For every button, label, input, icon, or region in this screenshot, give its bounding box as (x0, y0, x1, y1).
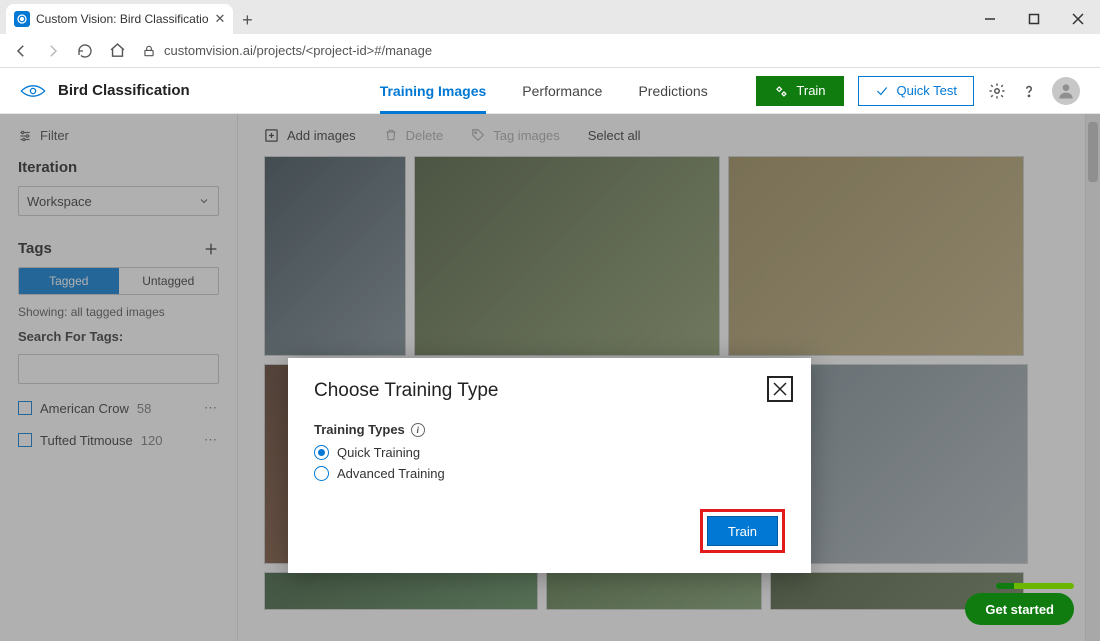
url-field[interactable]: customvision.ai/projects/<project-id>#/m… (136, 43, 1092, 58)
reload-icon[interactable] (72, 38, 98, 64)
modal-train-button[interactable]: Train (707, 516, 778, 546)
training-types-label: Training Types i (314, 422, 785, 437)
tab-training-images[interactable]: Training Images (380, 68, 487, 113)
radio-quick-training[interactable]: Quick Training (314, 445, 785, 460)
maximize-icon[interactable] (1012, 4, 1056, 34)
tab-predictions[interactable]: Predictions (638, 68, 707, 113)
train-button[interactable]: Train (756, 76, 843, 106)
settings-gear-icon[interactable] (988, 82, 1006, 100)
info-icon[interactable]: i (411, 423, 425, 437)
favicon-icon (14, 11, 30, 27)
help-icon[interactable] (1020, 82, 1038, 100)
home-icon[interactable] (104, 38, 130, 64)
browser-titlebar: Custom Vision: Bird Classificatio ✕ + (0, 0, 1100, 34)
get-started-button[interactable]: Get started (965, 593, 1074, 625)
project-name: Bird Classification (58, 82, 190, 99)
new-tab-button[interactable]: + (233, 6, 261, 34)
forward-icon[interactable] (40, 38, 66, 64)
tab-title: Custom Vision: Bird Classificatio (36, 12, 209, 26)
quick-test-button[interactable]: Quick Test (858, 76, 974, 106)
app-body: Filter Iteration Workspace Tags Tagged U… (0, 114, 1100, 641)
minimize-icon[interactable] (968, 4, 1012, 34)
lock-icon (142, 44, 156, 58)
custom-vision-logo-icon (20, 82, 46, 100)
back-icon[interactable] (8, 38, 34, 64)
close-icon[interactable] (1056, 4, 1100, 34)
train-button-highlight: Train (700, 509, 785, 553)
app-header: Bird Classification Training Images Perf… (0, 68, 1100, 114)
gears-icon (774, 84, 788, 98)
radio-icon (314, 466, 329, 481)
radio-icon (314, 445, 329, 460)
url-text: customvision.ai/projects/<project-id>#/m… (164, 43, 432, 58)
radio-advanced-training[interactable]: Advanced Training (314, 466, 785, 481)
training-type-modal: Choose Training Type Training Types i Qu… (288, 358, 811, 573)
tab-close-icon[interactable]: ✕ (215, 11, 226, 27)
top-tabs: Training Images Performance Predictions (380, 68, 708, 113)
get-started-progress (996, 583, 1074, 589)
browser-tab[interactable]: Custom Vision: Bird Classificatio ✕ (6, 4, 233, 34)
check-icon (875, 84, 889, 98)
modal-close-button[interactable] (767, 376, 793, 402)
modal-title: Choose Training Type (314, 380, 785, 402)
window-controls (968, 4, 1100, 34)
user-icon (1056, 81, 1076, 101)
address-bar: customvision.ai/projects/<project-id>#/m… (0, 34, 1100, 68)
tab-performance[interactable]: Performance (522, 68, 602, 113)
user-avatar[interactable] (1052, 77, 1080, 105)
get-started-widget: Get started (965, 583, 1074, 625)
